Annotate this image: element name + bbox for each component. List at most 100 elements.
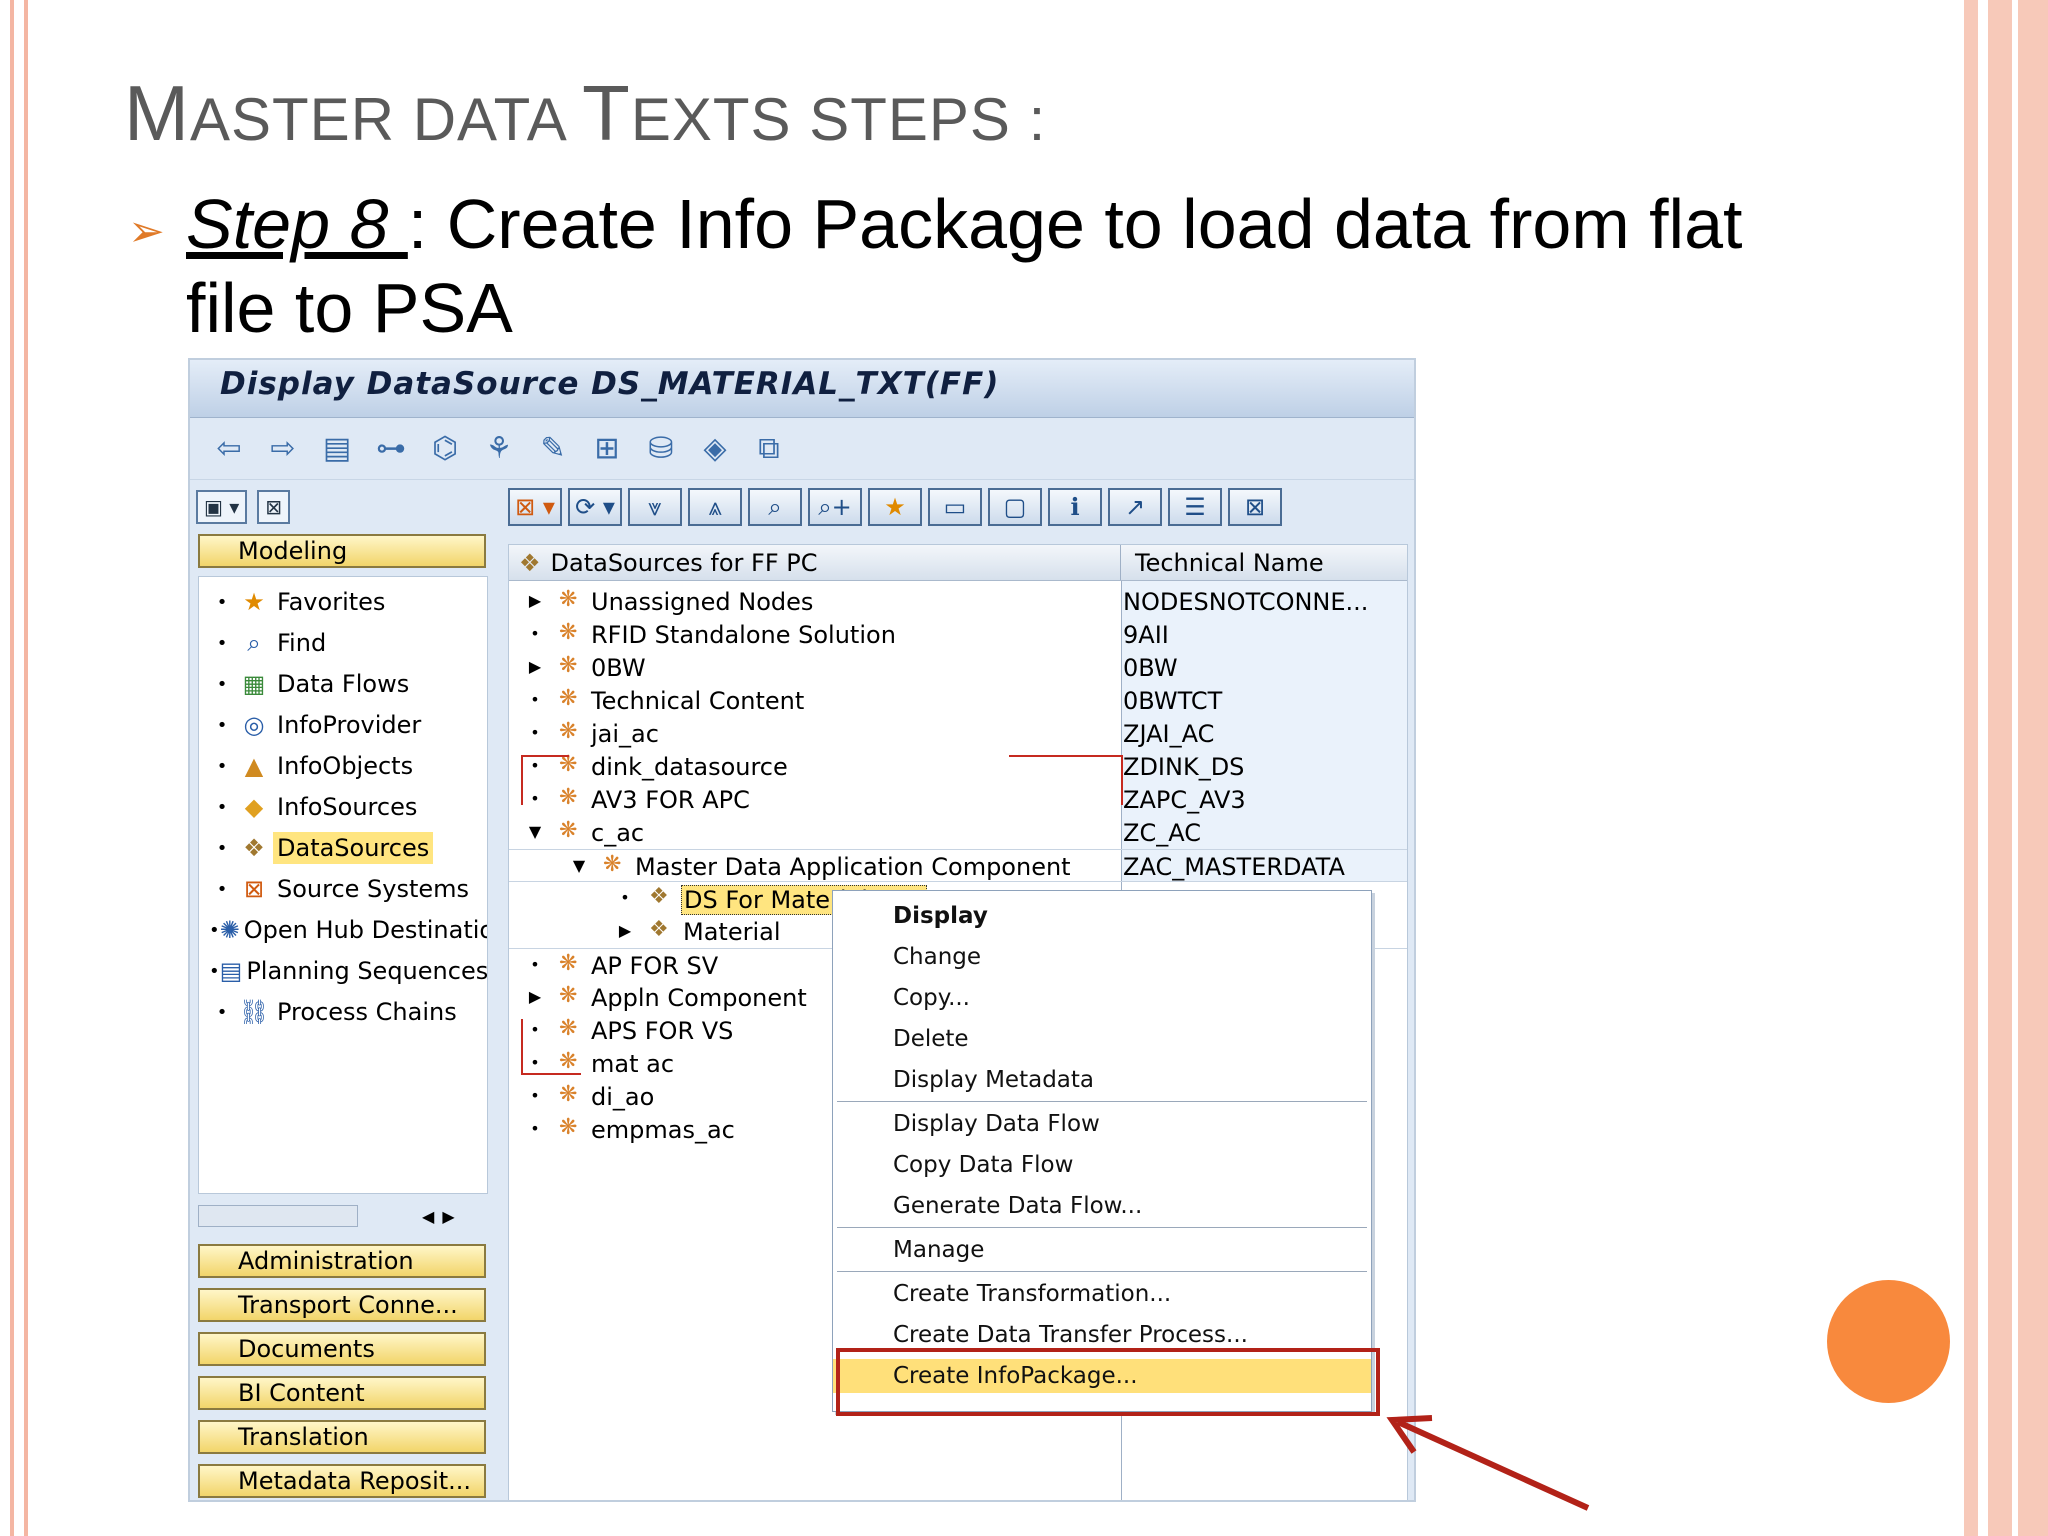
- close-pane-icon[interactable]: ⊠: [257, 490, 291, 524]
- tree-row[interactable]: ▶ ❋ Unassigned Nodes NODESNOTCONNE...: [509, 585, 1407, 618]
- nav-item-datasources[interactable]: • ❖ DataSources: [199, 829, 487, 867]
- folder-icon: ❋: [603, 852, 622, 877]
- find-next-icon[interactable]: ⌕+: [808, 488, 862, 526]
- step-label: Step 8: [186, 185, 408, 263]
- column-header-technical-name[interactable]: Technical Name: [1121, 549, 1324, 577]
- transport-button[interactable]: Transport Conne...: [198, 1288, 486, 1322]
- source-system-dropdown[interactable]: ⊠ ▾: [508, 488, 562, 526]
- infosource-icon: ◆: [244, 793, 264, 821]
- binoculars-icon: ⌕: [247, 629, 261, 657]
- structure-icon[interactable]: ⊞: [590, 431, 624, 466]
- jump-icon[interactable]: ↗: [1108, 488, 1162, 526]
- database-icon[interactable]: ⛁: [644, 431, 678, 466]
- nav-item-infosources[interactable]: • ◆ InfoSources: [199, 788, 487, 826]
- hierarchy-icon[interactable]: ⊶: [374, 431, 408, 466]
- menu-item-generate-data-flow[interactable]: Generate Data Flow...: [833, 1189, 1371, 1223]
- documents-button[interactable]: Documents: [198, 1332, 486, 1366]
- back-icon[interactable]: ⇦: [212, 431, 246, 466]
- cube-icon[interactable]: ◈: [698, 431, 732, 466]
- metadata-repository-button[interactable]: Metadata Reposit...: [198, 1464, 486, 1498]
- add-favorite-icon[interactable]: ★: [868, 488, 922, 526]
- star-icon: ★: [243, 588, 265, 616]
- step-text: Step 8 : Create Info Package to load dat…: [186, 185, 1743, 347]
- list-icon[interactable]: ▤: [320, 431, 354, 466]
- tree-row[interactable]: • ❋ Technical Content 0BWTCT: [509, 684, 1407, 717]
- slide-left-border: [0, 0, 28, 1536]
- info-icon[interactable]: ℹ: [1048, 488, 1102, 526]
- screen-icon[interactable]: ▭: [928, 488, 982, 526]
- decorative-circle: [1827, 1280, 1950, 1403]
- folder-icon: ❋: [559, 620, 578, 645]
- menu-item-delete[interactable]: Delete: [833, 1022, 1371, 1056]
- tree-row[interactable]: ▼ ❋ c_ac ZC_AC: [509, 816, 1407, 849]
- bi-content-button[interactable]: BI Content: [198, 1376, 486, 1410]
- nav-item-favorites[interactable]: • ★ Favorites: [199, 583, 487, 621]
- nav-item-planning[interactable]: • ▤ Planning Sequences: [199, 952, 487, 990]
- slide-right-border: [1964, 0, 2048, 1536]
- annotation-line: [521, 1073, 581, 1075]
- tree-row[interactable]: • ❋ RFID Standalone Solution 9AII: [509, 618, 1407, 651]
- folder-icon[interactable]: ▢: [988, 488, 1042, 526]
- wand-icon[interactable]: ✎: [536, 431, 570, 466]
- translation-button[interactable]: Translation: [198, 1420, 486, 1454]
- menu-item-copy-data-flow[interactable]: Copy Data Flow: [833, 1148, 1371, 1182]
- nav-item-open-hub[interactable]: •✺Open Hub Destinations: [199, 911, 487, 949]
- menu-item-manage[interactable]: Manage: [833, 1233, 1371, 1267]
- annotation-line: [521, 755, 523, 805]
- nav-item-data-flows[interactable]: • ▦ Data Flows: [199, 665, 487, 703]
- tree-row[interactable]: • ❋ AV3 FOR APC ZAPC_AV3: [509, 783, 1407, 816]
- annotation-line: [521, 1019, 523, 1075]
- folder-icon: ❋: [559, 1049, 578, 1074]
- expand-icon[interactable]: ⩔: [628, 488, 682, 526]
- nav-item-find[interactable]: • ⌕ Find: [199, 624, 487, 662]
- menu-item-copy[interactable]: Copy...: [833, 981, 1371, 1015]
- open-hub-icon: ✺: [219, 916, 240, 944]
- left-scrollbar[interactable]: ◀ ▶: [198, 1202, 488, 1230]
- infoobject-icon: ▲: [244, 752, 264, 780]
- copy-icon[interactable]: ⧉: [752, 431, 786, 466]
- nav-item-process-chains[interactable]: • ⛓ Process Chains: [199, 993, 487, 1031]
- forward-icon[interactable]: ⇨: [266, 431, 300, 466]
- view-select-button[interactable]: ▣ ▾: [196, 490, 248, 524]
- column-header-datasources[interactable]: DataSources for FF PC: [551, 549, 818, 577]
- left-pane-toolbar: ▣ ▾ ⊠: [190, 482, 490, 526]
- nav-item-infoprovider[interactable]: • ◎ InfoProvider: [199, 706, 487, 744]
- menu-item-create-transformation[interactable]: Create Transformation...: [833, 1277, 1371, 1311]
- main-toolbar: ⇦ ⇨ ▤ ⊶ ⌬ ⚘ ✎ ⊞ ⛁ ◈ ⧉: [190, 418, 1414, 480]
- source-system-icon: ⊠: [243, 875, 265, 903]
- scroll-right-icon[interactable]: ▶: [442, 1207, 454, 1226]
- modeling-button[interactable]: Modeling: [198, 534, 486, 568]
- collapse-icon[interactable]: ⩓: [688, 488, 742, 526]
- context-menu: Display Change Copy... Delete Display Me…: [832, 890, 1372, 1412]
- menu-item-display[interactable]: Display: [833, 899, 1371, 933]
- folder-icon: ❋: [559, 785, 578, 810]
- administration-button[interactable]: Administration: [198, 1244, 486, 1278]
- menu-item-display-metadata[interactable]: Display Metadata: [833, 1063, 1371, 1097]
- refresh-dropdown[interactable]: ⟳ ▾: [568, 488, 622, 526]
- find-icon[interactable]: ⌕: [748, 488, 802, 526]
- tree-row[interactable]: • ❋ jai_ac ZJAI_AC: [509, 717, 1407, 750]
- datasource-icon: ❖: [243, 834, 265, 862]
- tree-row[interactable]: • ❋ dink_datasource ZDINK_DS: [509, 750, 1407, 783]
- scroll-left-icon[interactable]: ◀: [422, 1207, 434, 1226]
- scroll-thumb[interactable]: [198, 1205, 358, 1227]
- menu-item-change[interactable]: Change: [833, 940, 1371, 974]
- left-pane: ▣ ▾ ⊠ Modeling • ★ Favorites • ⌕ Find • ▦ Data…: [190, 482, 490, 1500]
- nav-item-source-systems[interactable]: • ⊠ Source Systems: [199, 870, 487, 908]
- menu-separator: [837, 1101, 1367, 1102]
- hierarchy-level-icon[interactable]: ☰: [1168, 488, 1222, 526]
- folder-icon: ❋: [559, 1082, 578, 1107]
- tree-row[interactable]: ▶ ❋ 0BW 0BW: [509, 651, 1407, 684]
- annotation-line: [1121, 755, 1123, 805]
- folder-icon: ❋: [559, 719, 578, 744]
- tree-icon[interactable]: ⚘: [482, 431, 516, 466]
- nav-item-infoobjects[interactable]: • ▲ InfoObjects: [199, 747, 487, 785]
- menu-item-create-dtp[interactable]: Create Data Transfer Process...: [833, 1318, 1371, 1352]
- folder-icon: ❋: [559, 653, 578, 678]
- menu-item-display-data-flow[interactable]: Display Data Flow: [833, 1107, 1371, 1141]
- menu-separator: [837, 1271, 1367, 1272]
- close-icon[interactable]: ⊠: [1228, 488, 1282, 526]
- tree-row[interactable]: ▼ ❋ Master Data Application Component ZAC_M…: [509, 849, 1407, 882]
- tree-header: ❖ DataSources for FF PC Technical Name: [509, 545, 1407, 581]
- glasses-icon[interactable]: ⌬: [428, 431, 462, 466]
